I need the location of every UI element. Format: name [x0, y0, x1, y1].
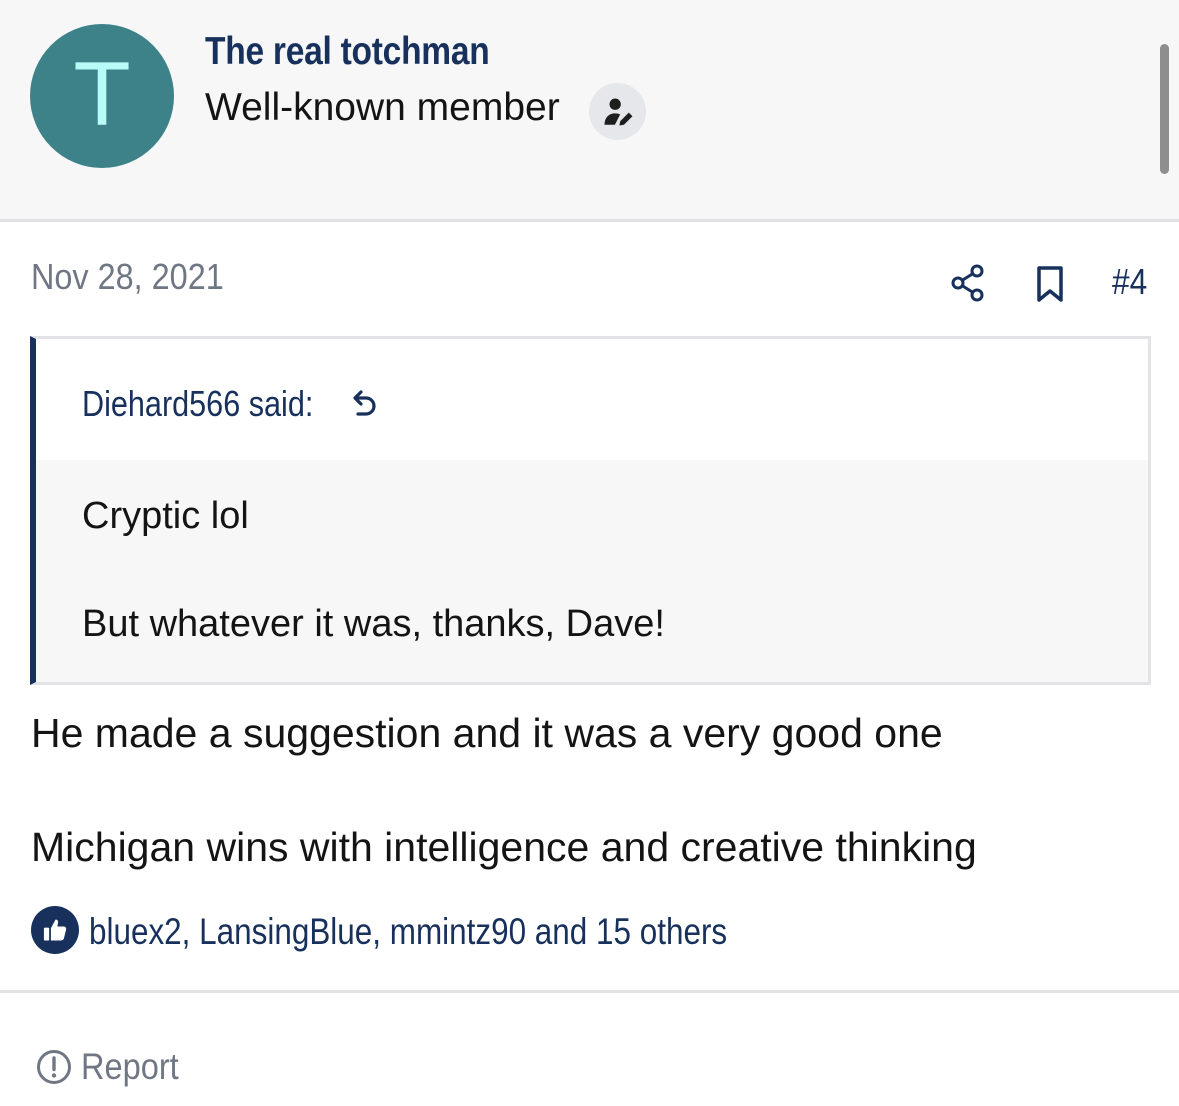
post-body-line: Michigan wins with intelligence and crea…: [31, 824, 977, 870]
user-edit-icon: [589, 83, 646, 140]
thumbs-up-icon[interactable]: [31, 906, 79, 954]
quote-author-link[interactable]: Diehard566 said:: [82, 383, 313, 425]
user-title: Well-known member: [205, 86, 560, 129]
divider: [0, 990, 1179, 993]
username-link[interactable]: The real totchman: [205, 30, 490, 74]
share-icon[interactable]: [949, 263, 987, 303]
alert-circle-icon: [35, 1048, 73, 1086]
quote-block: Diehard566 said: Cryptic lol But whateve…: [30, 336, 1151, 685]
post-body-line: He made a suggestion and it was a very g…: [31, 710, 943, 756]
quote-header: Diehard566 said:: [36, 339, 1148, 460]
undo-arrow-icon[interactable]: [347, 385, 379, 419]
post-date[interactable]: Nov 28, 2021: [31, 256, 224, 298]
member-header: T The real totchman Well-known member: [0, 0, 1179, 222]
scrollbar[interactable]: [1160, 44, 1169, 174]
reaction-users-link[interactable]: bluex2, LansingBlue, mmintz90 and 15 oth…: [89, 911, 727, 953]
report-label: Report: [81, 1046, 179, 1087]
quote-line: Cryptic lol: [82, 495, 249, 537]
report-button[interactable]: Report: [35, 1044, 192, 1090]
quote-line: But whatever it was, thanks, Dave!: [82, 603, 665, 645]
bookmark-icon[interactable]: [1033, 264, 1067, 304]
avatar[interactable]: T: [30, 24, 174, 168]
quote-content: Cryptic lol But whatever it was, thanks,…: [36, 460, 1148, 682]
post-number-link[interactable]: #4: [1112, 261, 1147, 303]
